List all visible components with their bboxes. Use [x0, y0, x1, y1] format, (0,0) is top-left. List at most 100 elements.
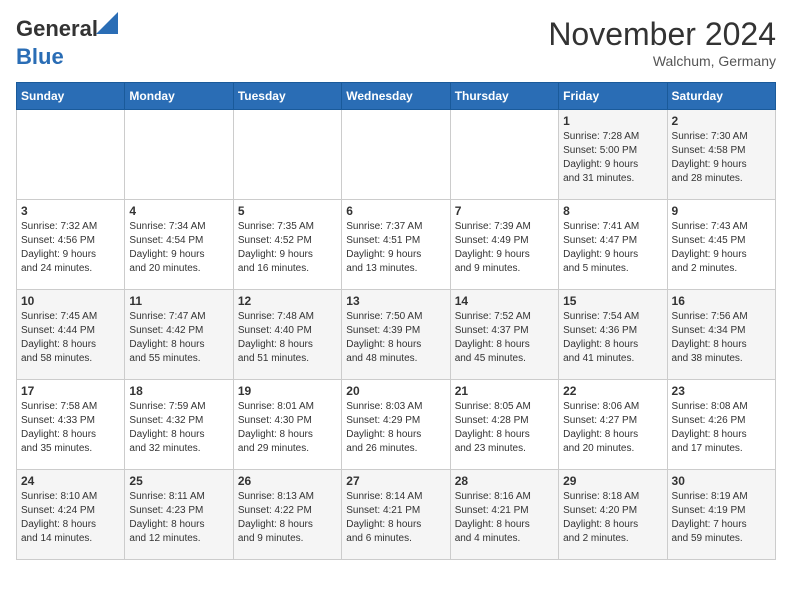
- day-info: Sunrise: 8:18 AM Sunset: 4:20 PM Dayligh…: [563, 490, 662, 546]
- day-info: Sunrise: 7:58 AM Sunset: 4:33 PM Dayligh…: [21, 400, 120, 456]
- day-info: Sunrise: 7:52 AM Sunset: 4:37 PM Dayligh…: [455, 310, 554, 366]
- calendar-cell-w3-d6: 23Sunrise: 8:08 AM Sunset: 4:26 PM Dayli…: [667, 380, 775, 470]
- day-info: Sunrise: 7:45 AM Sunset: 4:44 PM Dayligh…: [21, 310, 120, 366]
- weekday-header-saturday: Saturday: [667, 83, 775, 110]
- day-number: 24: [21, 474, 120, 488]
- calendar-cell-w1-d2: 5 Sunrise: 7:35 AM Sunset: 4:52 PM Daylig…: [233, 200, 341, 290]
- day-number: 6: [346, 204, 445, 218]
- calendar-cell-w4-d0: 24 Sunrise: 8:10 AM Sunset: 4:24 PM Dayli…: [17, 470, 125, 560]
- day-info: Sunrise: 7:34 AM Sunset: 4:54 PM Dayligh…: [129, 220, 228, 276]
- calendar-cell-w4-d6: 30 Sunrise: 8:19 AM Sunset: 4:19 PM Dayli…: [667, 470, 775, 560]
- month-title: November 2024: [548, 16, 776, 53]
- calendar-cell-w3-d4: 21Sunrise: 8:05 AM Sunset: 4:28 PM Dayli…: [450, 380, 558, 470]
- day-number: 25: [129, 474, 228, 488]
- day-number: 13: [346, 294, 445, 308]
- day-number: 11: [129, 294, 228, 308]
- logo: General Blue: [16, 16, 98, 70]
- day-number: 5: [238, 204, 337, 218]
- calendar-cell-w2-d1: 11 Sunrise: 7:47 AM Sunset: 4:42 PM Dayli…: [125, 290, 233, 380]
- day-info: Sunrise: 7:59 AM Sunset: 4:32 PM Dayligh…: [129, 400, 228, 456]
- day-info: Sunrise: 8:10 AM Sunset: 4:24 PM Dayligh…: [21, 490, 120, 546]
- day-info: Sunrise: 8:16 AM Sunset: 4:21 PM Dayligh…: [455, 490, 554, 546]
- calendar-cell-w0-d0: [17, 110, 125, 200]
- day-number: 30: [672, 474, 771, 488]
- weekday-header-wednesday: Wednesday: [342, 83, 450, 110]
- day-info: Sunrise: 7:32 AM Sunset: 4:56 PM Dayligh…: [21, 220, 120, 276]
- calendar-cell-w4-d4: 28 Sunrise: 8:16 AM Sunset: 4:21 PM Dayli…: [450, 470, 558, 560]
- calendar-cell-w2-d3: 13 Sunrise: 7:50 AM Sunset: 4:39 PM Dayli…: [342, 290, 450, 380]
- day-info: Sunrise: 8:13 AM Sunset: 4:22 PM Dayligh…: [238, 490, 337, 546]
- calendar-cell-w1-d6: 9Sunrise: 7:43 AM Sunset: 4:45 PM Daylig…: [667, 200, 775, 290]
- day-info: Sunrise: 7:30 AM Sunset: 4:58 PM Dayligh…: [672, 130, 771, 186]
- day-number: 4: [129, 204, 228, 218]
- calendar-cell-w0-d5: 1Sunrise: 7:28 AM Sunset: 5:00 PM Daylig…: [559, 110, 667, 200]
- calendar-cell-w2-d0: 10Sunrise: 7:45 AM Sunset: 4:44 PM Dayli…: [17, 290, 125, 380]
- calendar-cell-w1-d0: 3 Sunrise: 7:32 AM Sunset: 4:56 PM Daylig…: [17, 200, 125, 290]
- calendar-cell-w3-d3: 20 Sunrise: 8:03 AM Sunset: 4:29 PM Dayli…: [342, 380, 450, 470]
- calendar-cell-w3-d0: 17 Sunrise: 7:58 AM Sunset: 4:33 PM Dayli…: [17, 380, 125, 470]
- day-number: 29: [563, 474, 662, 488]
- calendar-cell-w3-d2: 19 Sunrise: 8:01 AM Sunset: 4:30 PM Dayli…: [233, 380, 341, 470]
- calendar-cell-w1-d5: 8Sunrise: 7:41 AM Sunset: 4:47 PM Daylig…: [559, 200, 667, 290]
- day-number: 3: [21, 204, 120, 218]
- calendar-cell-w2-d5: 15 Sunrise: 7:54 AM Sunset: 4:36 PM Dayli…: [559, 290, 667, 380]
- day-info: Sunrise: 7:47 AM Sunset: 4:42 PM Dayligh…: [129, 310, 228, 366]
- page-header: General Blue November 2024 Walchum, Germ…: [16, 16, 776, 70]
- calendar-cell-w2-d6: 16Sunrise: 7:56 AM Sunset: 4:34 PM Dayli…: [667, 290, 775, 380]
- day-number: 19: [238, 384, 337, 398]
- day-number: 17: [21, 384, 120, 398]
- calendar-cell-w4-d2: 26 Sunrise: 8:13 AM Sunset: 4:22 PM Dayli…: [233, 470, 341, 560]
- logo-general: General: [16, 16, 98, 41]
- calendar-cell-w3-d1: 18 Sunrise: 7:59 AM Sunset: 4:32 PM Dayli…: [125, 380, 233, 470]
- calendar-cell-w0-d4: [450, 110, 558, 200]
- location-text: Walchum, Germany: [548, 53, 776, 69]
- day-number: 22: [563, 384, 662, 398]
- day-info: Sunrise: 8:11 AM Sunset: 4:23 PM Dayligh…: [129, 490, 228, 546]
- calendar-header: SundayMondayTuesdayWednesdayThursdayFrid…: [17, 83, 776, 110]
- day-number: 20: [346, 384, 445, 398]
- calendar-cell-w0-d2: [233, 110, 341, 200]
- day-info: Sunrise: 7:28 AM Sunset: 5:00 PM Dayligh…: [563, 130, 662, 186]
- calendar-cell-w2-d4: 14Sunrise: 7:52 AM Sunset: 4:37 PM Dayli…: [450, 290, 558, 380]
- day-number: 7: [455, 204, 554, 218]
- calendar-cell-w4-d5: 29 Sunrise: 8:18 AM Sunset: 4:20 PM Dayli…: [559, 470, 667, 560]
- day-number: 21: [455, 384, 554, 398]
- day-number: 18: [129, 384, 228, 398]
- day-info: Sunrise: 7:35 AM Sunset: 4:52 PM Dayligh…: [238, 220, 337, 276]
- day-number: 2: [672, 114, 771, 128]
- calendar-cell-w1-d1: 4 Sunrise: 7:34 AM Sunset: 4:54 PM Daylig…: [125, 200, 233, 290]
- day-info: Sunrise: 8:06 AM Sunset: 4:27 PM Dayligh…: [563, 400, 662, 456]
- day-info: Sunrise: 7:43 AM Sunset: 4:45 PM Dayligh…: [672, 220, 771, 276]
- day-number: 15: [563, 294, 662, 308]
- weekday-header-friday: Friday: [559, 83, 667, 110]
- calendar-cell-w0-d1: [125, 110, 233, 200]
- title-block: November 2024 Walchum, Germany: [548, 16, 776, 69]
- day-number: 27: [346, 474, 445, 488]
- day-info: Sunrise: 8:03 AM Sunset: 4:29 PM Dayligh…: [346, 400, 445, 456]
- day-info: Sunrise: 7:50 AM Sunset: 4:39 PM Dayligh…: [346, 310, 445, 366]
- weekday-header-sunday: Sunday: [17, 83, 125, 110]
- day-info: Sunrise: 7:56 AM Sunset: 4:34 PM Dayligh…: [672, 310, 771, 366]
- weekday-header-thursday: Thursday: [450, 83, 558, 110]
- logo-blue: Blue: [16, 44, 98, 70]
- day-info: Sunrise: 7:41 AM Sunset: 4:47 PM Dayligh…: [563, 220, 662, 276]
- day-info: Sunrise: 7:54 AM Sunset: 4:36 PM Dayligh…: [563, 310, 662, 366]
- day-number: 28: [455, 474, 554, 488]
- calendar-cell-w1-d4: 7 Sunrise: 7:39 AM Sunset: 4:49 PM Daylig…: [450, 200, 558, 290]
- day-info: Sunrise: 7:48 AM Sunset: 4:40 PM Dayligh…: [238, 310, 337, 366]
- calendar-table: SundayMondayTuesdayWednesdayThursdayFrid…: [16, 82, 776, 560]
- calendar-cell-w0-d6: 2 Sunrise: 7:30 AM Sunset: 4:58 PM Daylig…: [667, 110, 775, 200]
- day-number: 23: [672, 384, 771, 398]
- day-info: Sunrise: 7:37 AM Sunset: 4:51 PM Dayligh…: [346, 220, 445, 276]
- day-info: Sunrise: 8:01 AM Sunset: 4:30 PM Dayligh…: [238, 400, 337, 456]
- calendar-cell-w4-d3: 27 Sunrise: 8:14 AM Sunset: 4:21 PM Dayli…: [342, 470, 450, 560]
- day-info: Sunrise: 8:19 AM Sunset: 4:19 PM Dayligh…: [672, 490, 771, 546]
- day-info: Sunrise: 7:39 AM Sunset: 4:49 PM Dayligh…: [455, 220, 554, 276]
- day-info: Sunrise: 8:14 AM Sunset: 4:21 PM Dayligh…: [346, 490, 445, 546]
- calendar-cell-w0-d3: [342, 110, 450, 200]
- day-number: 26: [238, 474, 337, 488]
- calendar-cell-w4-d1: 25 Sunrise: 8:11 AM Sunset: 4:23 PM Dayli…: [125, 470, 233, 560]
- calendar-cell-w2-d2: 12Sunrise: 7:48 AM Sunset: 4:40 PM Dayli…: [233, 290, 341, 380]
- weekday-header-tuesday: Tuesday: [233, 83, 341, 110]
- calendar-cell-w1-d3: 6 Sunrise: 7:37 AM Sunset: 4:51 PM Daylig…: [342, 200, 450, 290]
